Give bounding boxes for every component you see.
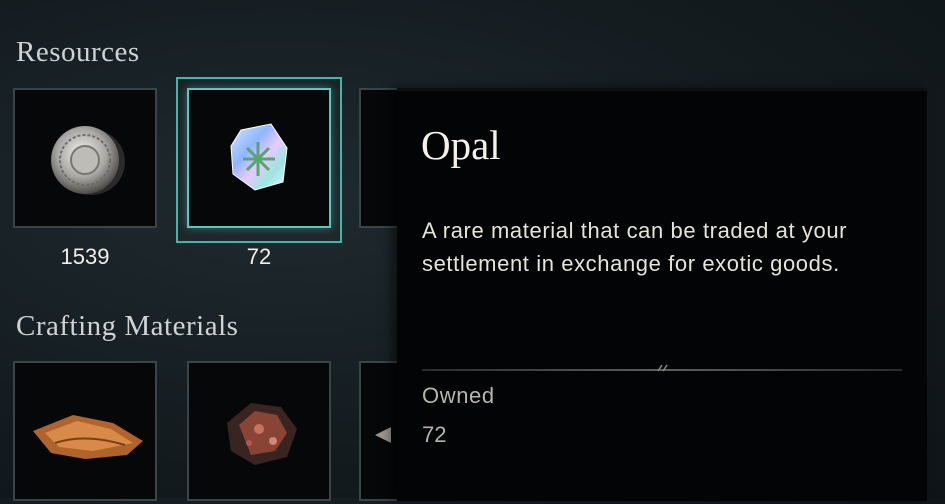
item-tooltip: Opal A rare material that can be traded … [397, 88, 927, 501]
crafting-slot-partial[interactable] [359, 361, 399, 501]
owned-value: 72 [422, 422, 447, 447]
divider-ornament-icon [657, 364, 668, 372]
leather-icon [33, 415, 143, 459]
resource-slot-partial[interactable] [359, 88, 399, 228]
silver-count: 1539 [60, 244, 110, 269]
tooltip-title: Opal [421, 122, 501, 168]
resources-heading: Resources [16, 36, 140, 68]
arrowhead-icon [375, 427, 391, 443]
crafting-slot-iron-ore[interactable] [187, 361, 331, 501]
crafting-slot-leather[interactable] [13, 361, 157, 501]
owned-label: Owned [422, 383, 495, 408]
opal-count: 72 [246, 244, 272, 269]
opal-gem-icon [230, 123, 288, 191]
silver-coin-icon [51, 126, 125, 195]
crafting-heading: Crafting Materials [16, 310, 239, 342]
iron-ore-icon [227, 403, 297, 465]
resource-slot-opal[interactable] [187, 88, 331, 228]
resource-slot-silver[interactable] [13, 88, 157, 228]
tooltip-description: A rare material that can be traded at yo… [422, 218, 848, 276]
